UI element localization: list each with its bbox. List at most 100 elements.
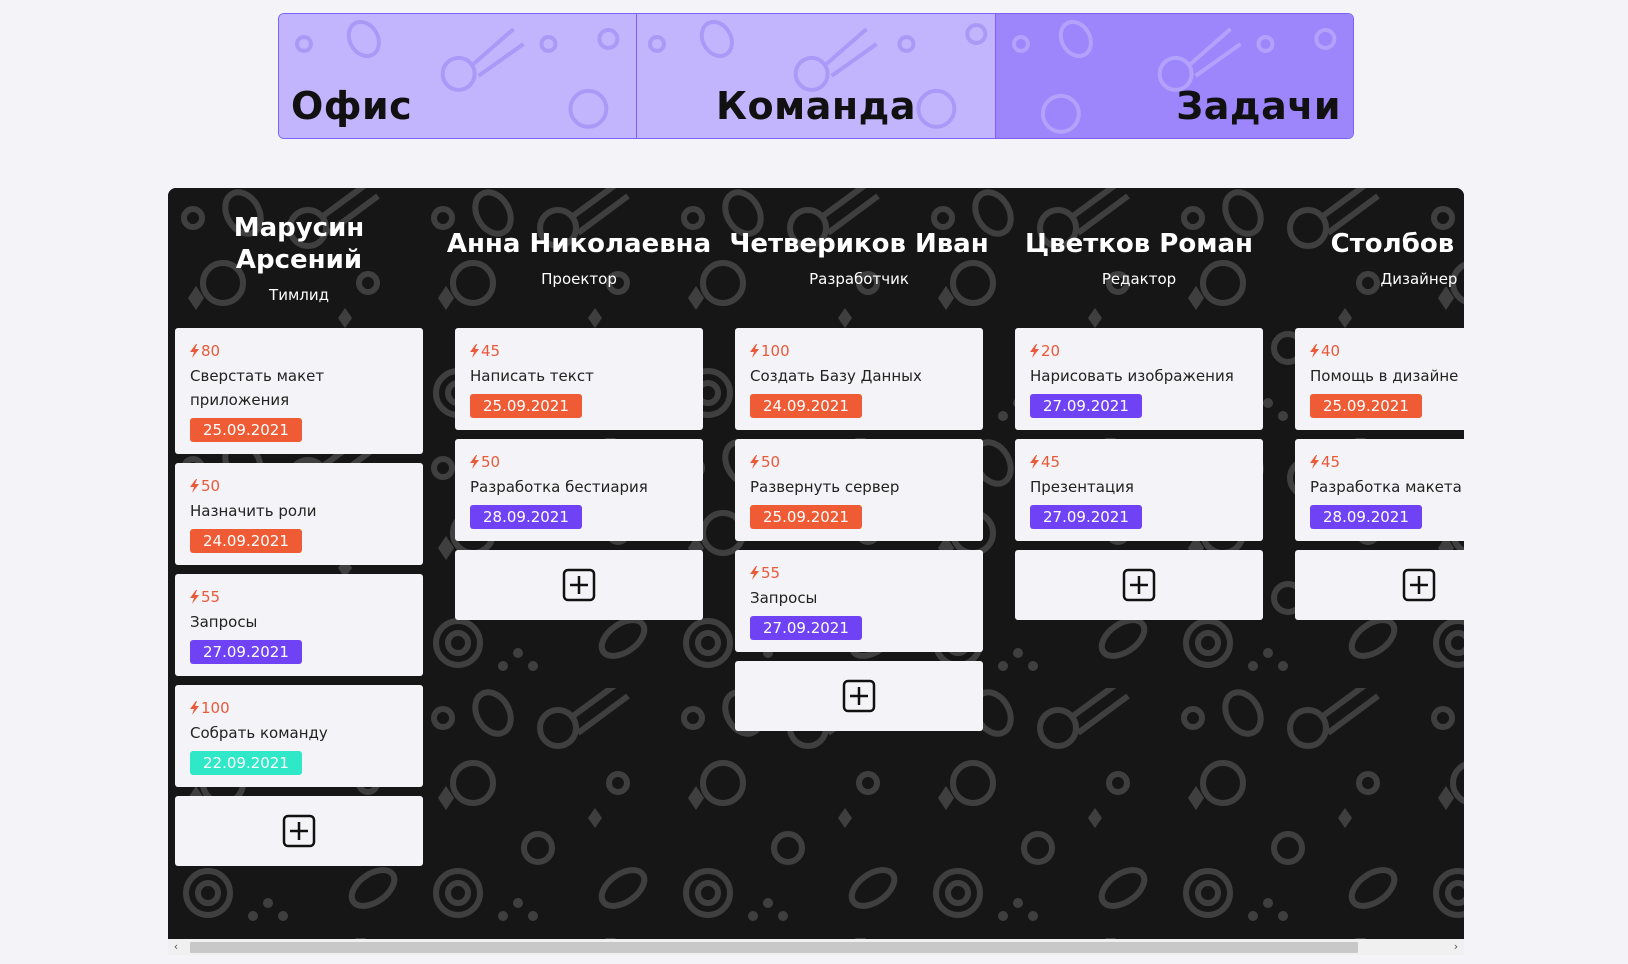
top-tabs: Офис Команда Задачи xyxy=(278,13,1354,139)
task-points-value: 55 xyxy=(201,588,221,606)
task-title: Презентация xyxy=(1030,478,1134,496)
task-points-value: 40 xyxy=(1321,342,1341,360)
column-header: Марусин Арсений Тимлид xyxy=(175,188,423,328)
task-title: Разработка бестиария xyxy=(470,478,648,496)
task-card[interactable]: 100 Создать Базу Данных 24.09.2021 xyxy=(735,328,983,430)
task-points-value: 45 xyxy=(1041,453,1061,471)
task-points: 50 xyxy=(750,453,968,471)
task-date-badge: 24.09.2021 xyxy=(750,394,862,418)
member-name: Цветков Роман xyxy=(1025,229,1253,259)
lightning-icon xyxy=(470,344,479,358)
lightning-icon xyxy=(1030,344,1039,358)
lightning-icon xyxy=(750,566,759,580)
add-task-button[interactable] xyxy=(175,796,423,866)
column-header: Четвериков Иван Разработчик xyxy=(729,188,988,328)
task-date-badge: 25.09.2021 xyxy=(750,505,862,529)
chevron-right-icon[interactable]: › xyxy=(1448,939,1464,955)
task-title: Собрать команду xyxy=(190,724,328,742)
tab-office-label: Офис xyxy=(291,84,413,128)
member-name: Анна Николаевна xyxy=(446,229,712,259)
task-points: 40 xyxy=(1310,342,1464,360)
tab-tasks[interactable]: Задачи xyxy=(994,14,1353,138)
task-title: Разработка макета xyxy=(1310,478,1462,496)
task-date-badge: 27.09.2021 xyxy=(1030,394,1142,418)
task-card[interactable]: 45 Презентация 27.09.2021 xyxy=(1015,439,1263,541)
task-card[interactable]: 55 Запросы 27.09.2021 xyxy=(175,574,423,676)
task-card[interactable]: 20 Нарисовать изображения 27.09.2021 xyxy=(1015,328,1263,430)
lightning-icon xyxy=(190,590,199,604)
task-date-badge: 27.09.2021 xyxy=(1030,505,1142,529)
add-task-button[interactable] xyxy=(455,550,703,620)
task-date-badge: 28.09.2021 xyxy=(470,505,582,529)
task-points-value: 20 xyxy=(1041,342,1061,360)
member-name: Марусин Арсений xyxy=(233,213,365,275)
add-task-button[interactable] xyxy=(735,661,983,731)
task-card[interactable]: 50 Разработка бестиария 28.09.2021 xyxy=(455,439,703,541)
task-points-value: 100 xyxy=(201,699,230,717)
task-title: Запросы xyxy=(190,613,258,631)
chevron-left-icon[interactable]: ‹ xyxy=(168,939,184,955)
task-title: Помощь в дизайне xyxy=(1310,367,1459,385)
task-points: 50 xyxy=(190,477,408,495)
task-date-badge: 22.09.2021 xyxy=(190,751,302,775)
task-points: 50 xyxy=(470,453,688,471)
task-title: Развернуть сервер xyxy=(750,478,900,496)
member-role: Тимлид xyxy=(269,286,329,304)
task-title: Создать Базу Данных xyxy=(750,367,922,385)
task-card[interactable]: 80 Сверстать макет приложения 25.09.2021 xyxy=(175,328,423,454)
task-points-value: 50 xyxy=(761,453,781,471)
lightning-icon xyxy=(750,455,759,469)
lightning-icon xyxy=(1030,455,1039,469)
member-name: Четвериков Иван xyxy=(729,229,989,259)
task-card[interactable]: 40 Помощь в дизайне 25.09.2021 xyxy=(1295,328,1464,430)
task-card[interactable]: 50 Назначить роли 24.09.2021 xyxy=(175,463,423,565)
task-title: Нарисовать изображения xyxy=(1030,367,1234,385)
task-points: 45 xyxy=(470,342,688,360)
task-points: 45 xyxy=(1310,453,1464,471)
plus-square-icon xyxy=(1122,568,1156,602)
horizontal-scrollbar[interactable]: ‹ › xyxy=(168,939,1464,955)
task-date-badge: 25.09.2021 xyxy=(190,418,302,442)
lightning-icon xyxy=(1310,344,1319,358)
task-date-badge: 25.09.2021 xyxy=(470,394,582,418)
task-title: Написать текст xyxy=(470,367,594,385)
task-date-badge: 27.09.2021 xyxy=(750,616,862,640)
task-points-value: 45 xyxy=(481,342,501,360)
lightning-icon xyxy=(1310,455,1319,469)
scrollbar-thumb[interactable] xyxy=(190,942,1358,953)
task-title: Запросы xyxy=(750,589,818,607)
column-header: Цветков Роман Редактор xyxy=(1015,188,1263,328)
task-date-badge: 25.09.2021 xyxy=(1310,394,1422,418)
task-points: 45 xyxy=(1030,453,1248,471)
task-points: 20 xyxy=(1030,342,1248,360)
plus-square-icon xyxy=(1402,568,1436,602)
tab-office[interactable]: Офис xyxy=(279,14,637,138)
task-card[interactable]: 45 Написать текст 25.09.2021 xyxy=(455,328,703,430)
member-role: Дизайнер xyxy=(1380,270,1458,288)
task-board: Марусин Арсений Тимлид 80 Сверстать маке… xyxy=(168,188,1464,939)
tab-team[interactable]: Команда xyxy=(636,14,995,138)
task-points-value: 55 xyxy=(761,564,781,582)
task-card[interactable]: 50 Развернуть сервер 25.09.2021 xyxy=(735,439,983,541)
add-task-button[interactable] xyxy=(1015,550,1263,620)
column-anna: Анна Николаевна Проектор 45 Написать тек… xyxy=(447,188,711,939)
task-points-value: 50 xyxy=(481,453,501,471)
task-card[interactable]: 45 Разработка макета 28.09.2021 xyxy=(1295,439,1464,541)
task-title: Сверстать макет приложения xyxy=(190,367,325,409)
task-points-value: 45 xyxy=(1321,453,1341,471)
lightning-icon xyxy=(750,344,759,358)
task-title: Назначить роли xyxy=(190,502,317,520)
task-points-value: 100 xyxy=(761,342,790,360)
tab-tasks-label: Задачи xyxy=(1176,84,1341,128)
column-stolbov: Столбов Ми Дизайнер 40 Помощь в дизайне … xyxy=(1295,188,1464,939)
task-date-badge: 28.09.2021 xyxy=(1310,505,1422,529)
member-role: Проектор xyxy=(541,270,617,288)
add-task-button[interactable] xyxy=(1295,550,1464,620)
task-points: 100 xyxy=(190,699,408,717)
task-points: 55 xyxy=(190,588,408,606)
task-card[interactable]: 100 Собрать команду 22.09.2021 xyxy=(175,685,423,787)
task-card[interactable]: 55 Запросы 27.09.2021 xyxy=(735,550,983,652)
plus-square-icon xyxy=(562,568,596,602)
member-role: Разработчик xyxy=(809,270,909,288)
member-name: Столбов Ми xyxy=(1330,229,1464,259)
